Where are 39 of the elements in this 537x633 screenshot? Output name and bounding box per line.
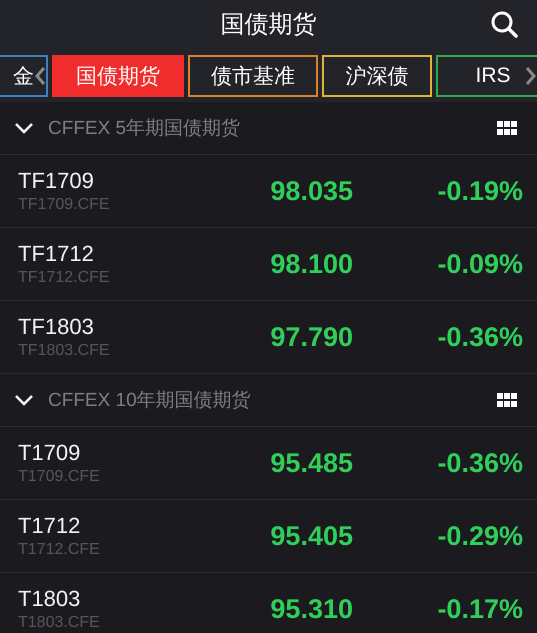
contract-code: TF1709.CFE — [18, 196, 111, 214]
contract-code: TF1712.CFE — [18, 269, 111, 287]
chevron-down-icon[interactable] — [14, 122, 34, 134]
price: 95.485 — [269, 448, 353, 478]
category-tab[interactable]: 金 — [0, 55, 48, 97]
change-percent: -0.36% — [436, 448, 523, 478]
chevron-left-icon[interactable] — [34, 66, 46, 86]
contract-name: TF1712 — [18, 241, 95, 267]
category-tab[interactable]: 债市基准 — [188, 55, 318, 97]
change-percent: -0.19% — [436, 176, 523, 206]
section-title: CFFEX 5年期国债期货 — [48, 117, 242, 141]
contract-name: T1712 — [18, 513, 82, 539]
contract-code: T1712.CFE — [18, 541, 101, 559]
contract-name: TF1803 — [18, 314, 95, 340]
category-tab[interactable]: 沪深债 — [322, 55, 432, 97]
price: 95.405 — [269, 520, 353, 552]
change-percent: -0.29% — [436, 520, 523, 552]
search-icon[interactable] — [489, 9, 519, 39]
contract-name: T1803 — [18, 586, 82, 612]
price: 95.310 — [269, 594, 353, 624]
chevron-down-icon[interactable] — [14, 394, 34, 406]
contract-name: TF1709 — [18, 168, 95, 194]
change-percent: -0.36% — [436, 322, 523, 352]
price: 98.035 — [269, 176, 353, 206]
page-title: 国债期货 — [220, 10, 316, 40]
grid-icon[interactable] — [497, 121, 517, 135]
category-tab[interactable]: IRS — [436, 55, 537, 97]
price: 98.100 — [269, 248, 353, 280]
section-title: CFFEX 10年期国债期货 — [48, 389, 252, 413]
price: 97.790 — [269, 322, 353, 352]
contract-code: TF1803.CFE — [18, 342, 111, 360]
contract-code: T1709.CFE — [18, 468, 101, 486]
change-percent: -0.09% — [436, 248, 523, 280]
chevron-right-icon[interactable] — [524, 66, 536, 86]
contract-name: T1709 — [18, 440, 82, 466]
category-tab[interactable]: 国债期货 — [52, 55, 184, 97]
grid-icon[interactable] — [497, 393, 517, 407]
contract-code: T1803.CFE — [18, 614, 101, 632]
change-percent: -0.17% — [436, 594, 523, 624]
